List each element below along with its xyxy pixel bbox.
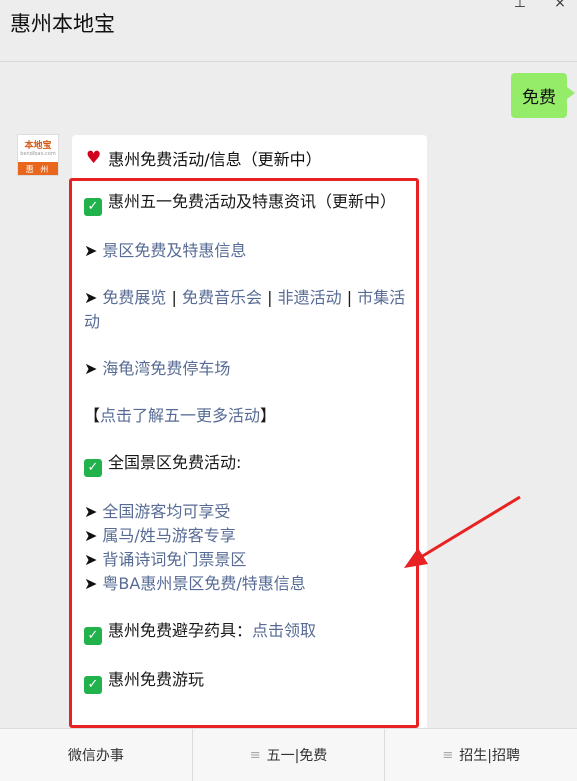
separator: | (171, 288, 177, 307)
poetry-ticket-link[interactable]: 背诵诗词免门票景区 (102, 550, 246, 569)
menu-item-label: 微信办事 (67, 748, 124, 764)
avatar-logo-text: 本地宝 (24, 140, 52, 151)
user-message-bubble: 免费 (511, 73, 575, 118)
list-item: ➤ 粤BA惠州景区免费/特惠信息 (84, 572, 419, 596)
menu-item-label: 五一|免费 (266, 748, 328, 764)
arrow-icon: ➤ (84, 550, 98, 569)
item-text: 惠州免费避孕药具： (108, 621, 253, 640)
avatar-domain-text: bendibao.com (20, 150, 56, 157)
user-message-text: 免费 (522, 88, 556, 108)
list-item: ➤ 海龟湾免费停车场 (84, 357, 419, 381)
heritage-activity-link[interactable]: 非遗活动 (278, 288, 342, 307)
menu-icon: ≡ (442, 747, 454, 763)
list-item: ✓ 惠州免费游玩 (84, 668, 419, 694)
item-text: 全国景区免费活动: (108, 453, 242, 472)
list-item: ✓ 惠州免费避孕药具：点击领取 (84, 619, 419, 645)
check-icon: ✓ (84, 676, 102, 694)
heart-icon: ♥ (86, 148, 102, 168)
separator: | (267, 288, 273, 307)
list-item: ➤ 背诵诗词免门票景区 (84, 548, 419, 572)
pin-icon[interactable]: ⊥ (512, 0, 528, 12)
arrow-icon: ➤ (84, 526, 98, 545)
list-item: 【点击了解五一更多活动】 (84, 404, 419, 428)
bottom-menu: 微信办事 ≡ 五一|免费 ≡ 招生|招聘 (0, 728, 577, 781)
close-icon[interactable]: × (552, 0, 568, 12)
list-item: ➤ 景区免费及特惠信息 (84, 239, 419, 263)
avatar-city-text: 惠 州 (18, 162, 58, 175)
nationwide-link[interactable]: 全国游客均可享受 (102, 502, 230, 521)
separator: | (346, 288, 353, 307)
list-item: ➤ 免费展览 | 免费音乐会 | 非遗活动 | 市集活动 (84, 286, 419, 334)
check-icon: ✓ (84, 627, 102, 645)
scenic-discount-link[interactable]: 景区免费及特惠信息 (102, 241, 246, 260)
menu-item-label: 招生|招聘 (459, 748, 520, 764)
check-icon: ✓ (84, 198, 102, 216)
claim-link[interactable]: 点击领取 (252, 621, 316, 640)
menu-item-enrollment-jobs[interactable]: ≡ 招生|招聘 (385, 729, 577, 781)
free-concert-link[interactable]: 免费音乐会 (182, 288, 262, 307)
arrow-icon: ➤ (84, 359, 98, 378)
arrow-icon: ➤ (84, 241, 98, 260)
list-item: ➤ 全国游客均可享受 (84, 500, 419, 524)
chat-header: 惠州本地宝 ⊥ × (0, 0, 577, 62)
menu-item-wechat-services[interactable]: 微信办事 (0, 729, 193, 781)
horse-visitor-link[interactable]: 属马/姓马游客专享 (102, 526, 235, 545)
item-text: 惠州五一免费活动及特惠资讯（更新中） (108, 192, 397, 211)
list-item: ➤ 属马/姓马游客专享 (84, 524, 419, 548)
yueba-scenic-link[interactable]: 粤BA惠州景区免费/特惠信息 (102, 574, 305, 593)
menu-item-mayday-free[interactable]: ≡ 五一|免费 (193, 729, 386, 781)
more-activities-link[interactable]: 点击了解五一更多活动 (100, 406, 260, 425)
arrow-icon: ➤ (84, 574, 98, 593)
menu-icon: ≡ (249, 747, 261, 763)
bracket-open: 【 (84, 406, 101, 425)
list-item: ✓ 惠州五一免费活动及特惠资讯（更新中） (84, 190, 419, 216)
arrow-icon: ➤ (84, 288, 98, 307)
reply-title-text: 惠州免费活动/信息（更新中） (108, 150, 322, 169)
arrow-icon: ➤ (84, 502, 98, 521)
chat-title: 惠州本地宝 (10, 12, 115, 36)
reply-title: ♥ 惠州免费活动/信息（更新中） (86, 146, 322, 170)
parking-link[interactable]: 海龟湾免费停车场 (102, 359, 230, 378)
bracket-close: 】 (260, 406, 277, 425)
reply-content: ✓ 惠州五一免费活动及特惠资讯（更新中） ➤ 景区免费及特惠信息 ➤ 免费展览 | 免… (84, 190, 419, 717)
account-avatar[interactable]: 本地宝 bendibao.com 惠 州 (17, 134, 59, 176)
free-exhibition-link[interactable]: 免费展览 (102, 288, 166, 307)
item-text: 惠州免费游玩 (108, 670, 205, 689)
list-item: ✓ 全国景区免费活动: (84, 451, 419, 477)
check-icon: ✓ (84, 459, 102, 477)
